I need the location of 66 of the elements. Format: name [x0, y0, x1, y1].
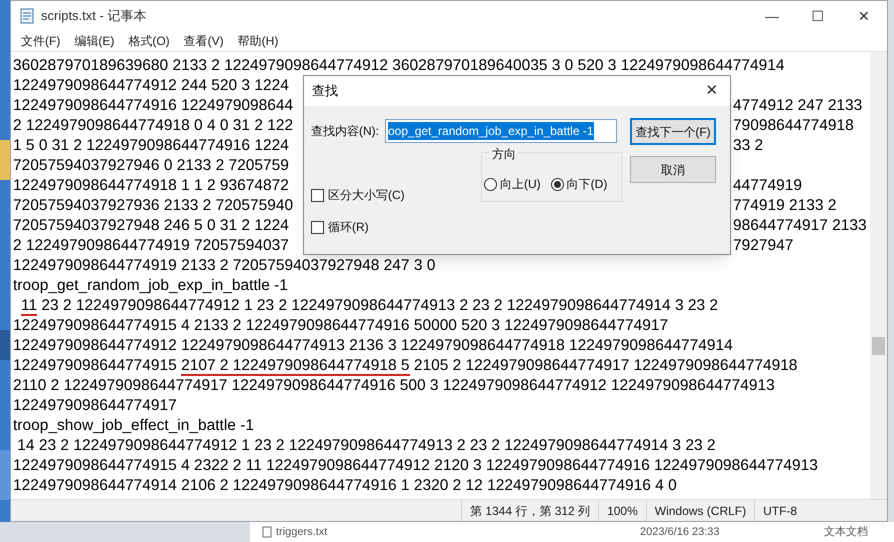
- text-line: 72057594037927936 2133 2 720575940: [13, 197, 294, 214]
- text-line: 1224979098644774915: [13, 356, 178, 376]
- checkbox-label: 区分大小写(C): [328, 187, 405, 204]
- checkbox[interactable]: [311, 188, 324, 202]
- text-line: 1224979098644774912 1224979098644774913 2136 3 1224979098644774918 1224979098644774914: [13, 336, 733, 356]
- menu-item[interactable]: 格式(O): [122, 32, 176, 50]
- text-line: 33 2: [733, 136, 764, 156]
- radio-label: 向上(U): [500, 176, 541, 193]
- text-line: 2 1224979098644774918 0 4 0 31 2 122: [13, 117, 294, 134]
- text-line: 1224979098644774918 1 1 2 93674872: [13, 177, 289, 194]
- menu-item[interactable]: 编辑(E): [68, 32, 120, 50]
- window-control-button[interactable]: ☐: [795, 1, 841, 31]
- scrollbar[interactable]: [870, 52, 887, 499]
- radio-button[interactable]: [484, 178, 497, 190]
- underlined-text: 2107 2 1224979098644774918 5: [181, 356, 410, 376]
- menu-item[interactable]: 查看(V): [178, 32, 230, 50]
- text-line: 1224979098644774917: [13, 396, 177, 416]
- close-button[interactable]: ✕: [694, 76, 730, 106]
- text-line: 23 2 1224979098644774912 1 23 2 1224979098644774913 2 23 2 1224979098644774914 3 23 2: [40, 296, 718, 316]
- status-item: 100%: [598, 500, 646, 521]
- text-line: troop_show_job_effect_in_battle -1: [13, 416, 254, 436]
- menu-item[interactable]: 帮助(H): [232, 32, 284, 50]
- notepad-icon: [19, 8, 35, 24]
- text-line: 360287970189639680 2133 2 1224979098644774912 360287970189640035 3 0 520 3 1224979098644774914: [13, 56, 784, 76]
- file-type: 文本文档: [824, 524, 868, 540]
- checkbox[interactable]: [311, 220, 324, 234]
- text-line: 4774912 247 2133: [733, 96, 862, 116]
- status-item: UTF-8: [754, 500, 887, 521]
- text-line: 79098644774918: [733, 116, 854, 136]
- text-line: 7927947: [733, 236, 794, 256]
- text-line: troop_get_random_job_exp_in_battle -1: [13, 276, 288, 296]
- file-name: triggers.txt: [276, 524, 328, 540]
- dialog-button[interactable]: 取消: [630, 156, 716, 183]
- status-item: 第 1344 行，第 312 列: [461, 500, 598, 521]
- text-line: 98644774917 2133: [733, 216, 867, 236]
- file-icon: [262, 526, 272, 538]
- dialog-title: 查找: [312, 82, 338, 100]
- text-line: 774919 2133 2: [733, 196, 836, 216]
- text-line: 1224979098644774912 244 520 3 1224: [13, 77, 289, 94]
- window-control-button[interactable]: ✕: [841, 1, 887, 31]
- text-line: 2 1224979098644774919 72057594037: [13, 237, 289, 254]
- text-line: 1224979098644774915 4 2133 2 1224979098644774916 50000 520 3 1224979098644774917: [13, 316, 668, 336]
- text-line: 14 23 2 1224979098644774912 1 23 2 1224979098644774913 2 23 2 1224979098644774914 3 23 2: [16, 436, 716, 456]
- window-title: scripts.txt - 记事本: [41, 7, 146, 26]
- text-line: 1224979098644774915 4 2322 2 11 1224979098644774912 2120 3 1224979098644774916 1224979098644774913: [13, 456, 818, 476]
- status-item: Windows (CRLF): [646, 500, 754, 521]
- text-line: 72057594037927948 246 5 0 31 2 1224: [13, 217, 289, 234]
- window-control-button[interactable]: —: [749, 1, 795, 31]
- radio-label: 向下(D): [566, 176, 608, 193]
- text-line: 2110 2 1224979098644774917 1224979098644774916 500 3 1224979098644774912 1224979098644774913: [13, 376, 775, 396]
- text-line: 44774919: [733, 176, 802, 196]
- underlined-text: 11: [21, 296, 38, 316]
- dialog-button[interactable]: 查找下一个(F): [630, 118, 716, 145]
- find-input[interactable]: oop_get_random_job_exp_in_battle -1: [385, 119, 617, 143]
- radio-button[interactable]: [550, 178, 564, 190]
- text-line: 2105 2 1224979098644774917 1224979098644774918: [412, 356, 798, 376]
- find-label: 查找内容(N):: [311, 123, 379, 140]
- text-line: 72057594037927946 0 2133 2 7205759: [13, 157, 289, 174]
- text-line: 1224979098644774914 2106 2 1224979098644774916 1 2320 2 12 1224979098644774916 4 0: [13, 476, 677, 496]
- checkbox-label: 循环(R): [328, 219, 369, 236]
- menu-item[interactable]: 文件(F): [15, 32, 66, 50]
- text-line: 1224979098644774916 1224979098644: [13, 97, 294, 114]
- scroll-thumb[interactable]: [872, 337, 885, 355]
- text-line: 1 5 0 31 2 1224979098644774916 1224: [13, 137, 289, 154]
- file-date: 2023/6/16 23:33: [640, 524, 721, 540]
- text-line: 1224979098644774919 2133 2 72057594037927948 247 3 0: [13, 256, 436, 276]
